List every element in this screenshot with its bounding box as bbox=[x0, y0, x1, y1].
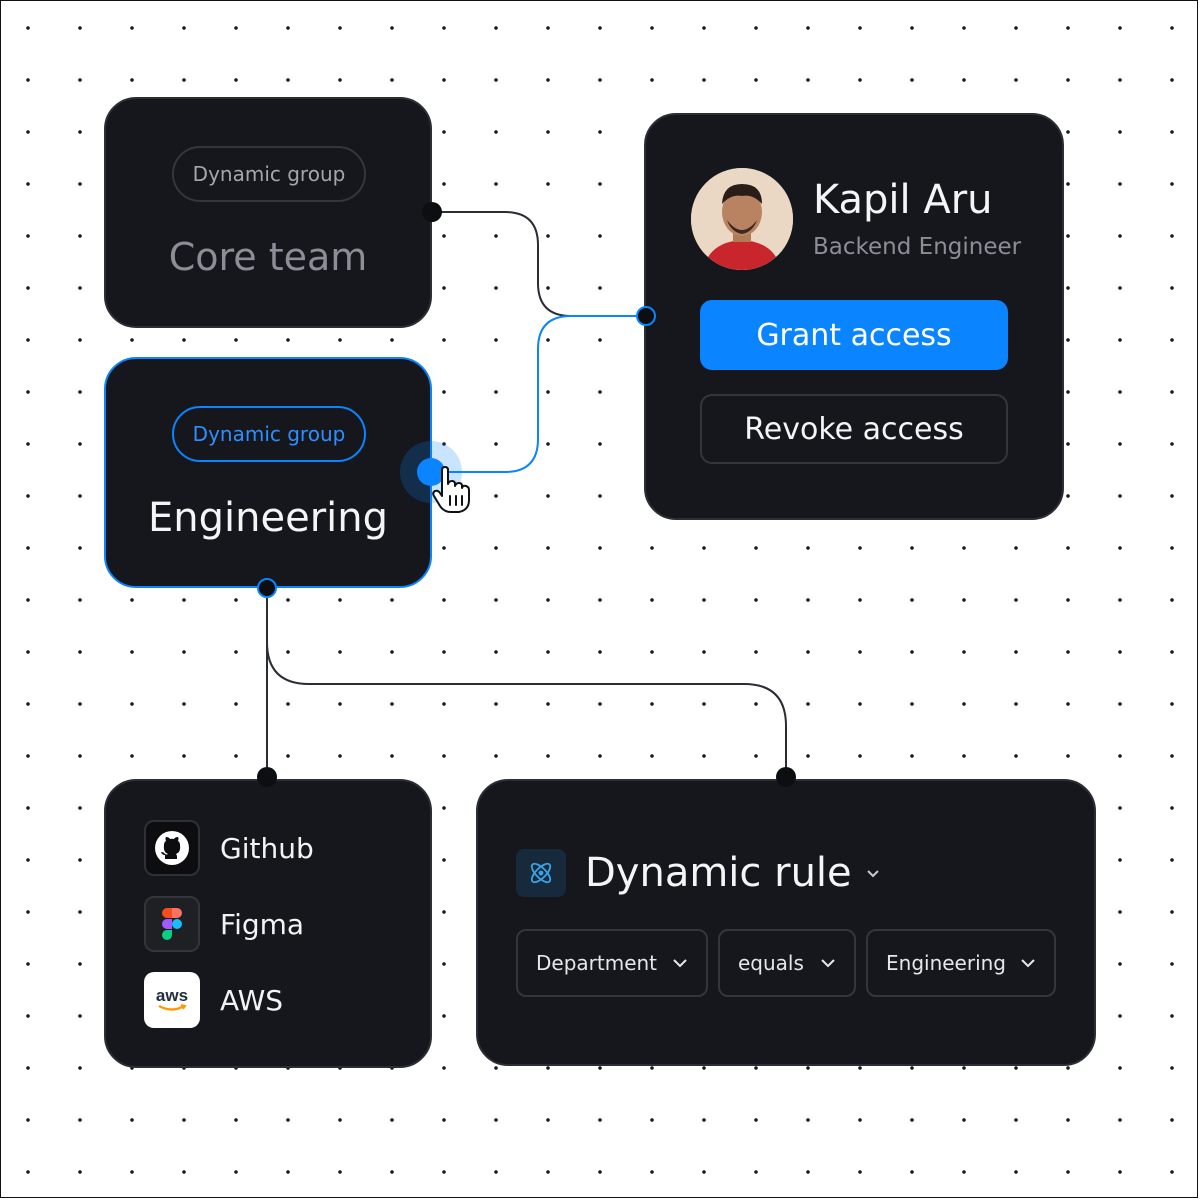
connector-engineering-to-rule bbox=[266, 600, 787, 777]
dynamic-rule-card: Dynamic rule Department equals Engineeri… bbox=[476, 779, 1096, 1066]
user-card: Kapil Aru Backend Engineer Grant access … bbox=[644, 113, 1064, 520]
app-label: Github bbox=[220, 831, 314, 865]
engineering-card[interactable]: Dynamic group Engineering bbox=[104, 357, 432, 588]
grant-access-button[interactable]: Grant access bbox=[700, 300, 1008, 370]
condition-select-operator[interactable]: equals bbox=[718, 929, 856, 997]
chevron-down-icon bbox=[866, 868, 880, 878]
app-item-aws[interactable]: aws AWS bbox=[144, 972, 283, 1028]
github-icon bbox=[144, 820, 200, 876]
chevron-down-icon bbox=[673, 959, 687, 968]
apps-input-handle[interactable] bbox=[257, 767, 277, 787]
app-item-figma[interactable]: Figma bbox=[144, 896, 304, 952]
connector-core-to-user bbox=[432, 211, 646, 317]
core-team-card[interactable]: Dynamic group Core team bbox=[104, 97, 432, 328]
group-title: Core team bbox=[168, 235, 368, 279]
select-value: Department bbox=[536, 951, 658, 975]
rule-title-text: Dynamic rule bbox=[585, 850, 852, 896]
select-value: Engineering bbox=[886, 951, 1006, 975]
aws-logo: aws bbox=[155, 986, 189, 1005]
aws-icon: aws bbox=[144, 972, 200, 1028]
atom-icon bbox=[516, 849, 566, 897]
rule-input-handle[interactable] bbox=[776, 767, 796, 787]
user-role: Backend Engineer bbox=[813, 234, 1022, 260]
connector-engineering-to-user bbox=[432, 315, 646, 473]
engineering-bottom-handle[interactable] bbox=[257, 578, 277, 598]
app-label: Figma bbox=[220, 907, 305, 941]
user-input-handle[interactable] bbox=[636, 306, 656, 326]
core-team-output-handle[interactable] bbox=[422, 202, 442, 222]
condition-select-field[interactable]: Department bbox=[516, 929, 708, 997]
revoke-access-button[interactable]: Revoke access bbox=[700, 394, 1008, 464]
group-title: Engineering bbox=[148, 495, 388, 541]
chevron-down-icon bbox=[821, 959, 835, 968]
app-item-github[interactable]: Github bbox=[144, 820, 314, 876]
hand-cursor-icon bbox=[432, 466, 470, 513]
figma-icon bbox=[144, 896, 200, 952]
condition-select-value[interactable]: Engineering bbox=[866, 929, 1056, 997]
select-value: equals bbox=[738, 951, 804, 975]
user-name: Kapil Aru bbox=[813, 177, 993, 223]
avatar bbox=[691, 168, 793, 270]
chevron-down-icon bbox=[1021, 959, 1035, 968]
app-label: AWS bbox=[220, 983, 284, 1017]
rule-title[interactable]: Dynamic rule bbox=[585, 849, 880, 897]
group-tag: Dynamic group bbox=[172, 146, 366, 202]
apps-card: Github Figma aws AWS bbox=[104, 779, 432, 1068]
group-tag: Dynamic group bbox=[172, 406, 366, 462]
